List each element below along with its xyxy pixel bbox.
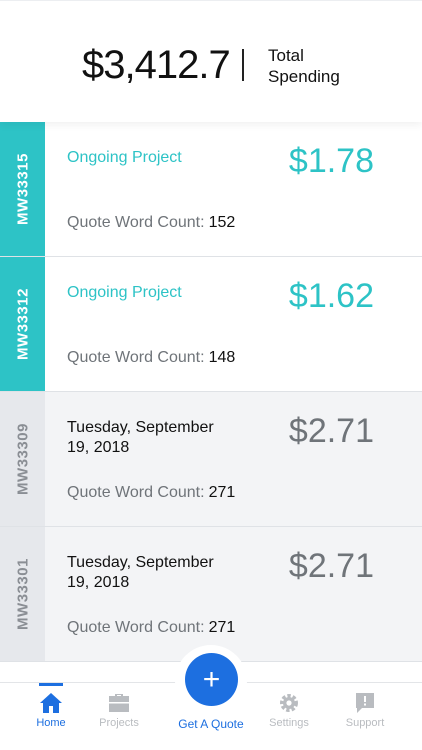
briefcase-icon <box>109 694 129 712</box>
word-count-label: Quote Word Count: <box>67 619 205 636</box>
project-id: MW33309 <box>14 423 31 495</box>
gear-icon <box>280 694 298 712</box>
home-icon <box>40 693 62 713</box>
project-status: Ongoing Project <box>67 149 182 166</box>
nav-projects[interactable]: Projects <box>84 683 154 750</box>
project-id-tag: MW33301 <box>0 527 45 661</box>
project-card[interactable]: MW33301 Tuesday, September 19, 2018 $2.7… <box>0 527 422 662</box>
spending-header: $3,412.7 Total Spending <box>0 0 422 122</box>
word-count-label: Quote Word Count: <box>67 349 205 366</box>
nav-settings[interactable]: Settings <box>254 683 324 750</box>
project-price: $1.62 <box>288 277 374 315</box>
word-count-value: 148 <box>208 349 236 366</box>
word-count: Quote Word Count: 152 <box>67 214 235 232</box>
nav-home[interactable]: Home <box>16 683 86 750</box>
project-id-tag: MW33309 <box>0 392 45 526</box>
project-id: MW33301 <box>14 558 31 630</box>
project-list: MW33315 Ongoing Project $1.78 Quote Word… <box>0 122 422 662</box>
project-date: Tuesday, September 19, 2018 <box>67 419 214 456</box>
word-count-value: 271 <box>208 619 236 636</box>
get-quote-button[interactable]: + <box>185 653 238 706</box>
project-price: $1.78 <box>288 142 374 180</box>
support-chat-icon <box>356 693 374 713</box>
project-price: $2.71 <box>288 547 374 585</box>
project-id-tag: MW33312 <box>0 257 45 391</box>
project-date: Tuesday, September 19, 2018 <box>67 554 214 591</box>
word-count-label: Quote Word Count: <box>67 214 205 231</box>
header-divider <box>242 49 244 81</box>
nav-quote-label[interactable]: Get A Quote <box>166 717 256 731</box>
word-count-value: 152 <box>208 214 236 231</box>
nav-projects-label: Projects <box>99 717 139 729</box>
word-count-value: 271 <box>208 484 236 501</box>
total-spending-amount: $3,412.7 <box>82 43 231 87</box>
active-indicator <box>39 683 63 686</box>
nav-settings-label: Settings <box>269 717 309 729</box>
word-count: Quote Word Count: 271 <box>67 484 235 502</box>
project-id: MW33312 <box>14 288 31 360</box>
project-id-tag: MW33315 <box>0 122 45 256</box>
nav-support[interactable]: Support <box>330 683 400 750</box>
project-card[interactable]: MW33309 Tuesday, September 19, 2018 $2.7… <box>0 392 422 527</box>
word-count-label: Quote Word Count: <box>67 484 205 501</box>
project-status: Ongoing Project <box>67 284 182 301</box>
nav-home-label: Home <box>36 717 66 729</box>
project-card[interactable]: MW33315 Ongoing Project $1.78 Quote Word… <box>0 122 422 257</box>
project-id: MW33315 <box>14 153 31 225</box>
total-spending-label: Total Spending <box>268 46 340 86</box>
word-count: Quote Word Count: 271 <box>67 619 235 637</box>
word-count: Quote Word Count: 148 <box>67 349 235 367</box>
project-price: $2.71 <box>288 412 374 450</box>
nav-support-label: Support <box>345 717 385 729</box>
project-card[interactable]: MW33312 Ongoing Project $1.62 Quote Word… <box>0 257 422 392</box>
